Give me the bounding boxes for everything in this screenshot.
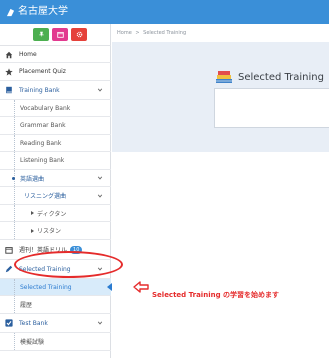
gear-icon bbox=[76, 31, 82, 38]
sidebar-item-label: Placement Quiz bbox=[19, 68, 66, 75]
tree-line bbox=[14, 205, 15, 221]
book-icon bbox=[5, 86, 13, 94]
sidebar-item-label: Home bbox=[19, 51, 37, 58]
highlight-oval bbox=[14, 251, 123, 278]
tree-line bbox=[14, 333, 15, 350]
sidebar-item-label: Test Bank bbox=[19, 319, 48, 327]
sidebar-action-bar bbox=[0, 24, 111, 46]
active-pointer-icon bbox=[107, 283, 112, 291]
content-panel bbox=[214, 88, 329, 128]
sidebar-item-label: Vocabulary Bank bbox=[20, 104, 71, 112]
breadcrumb-current: Selected Training bbox=[143, 30, 187, 36]
tree-line bbox=[14, 279, 15, 295]
tree-line bbox=[14, 222, 15, 239]
sidebar-item-label: ディクタン bbox=[37, 210, 67, 218]
caret-right-icon bbox=[31, 229, 34, 233]
chevron-down-icon bbox=[97, 321, 103, 325]
calendar-icon bbox=[5, 246, 13, 254]
calendar-icon bbox=[56, 31, 64, 38]
annotation-text: Selected Training の学習を始めます bbox=[152, 291, 280, 299]
sidebar: Home Placement Quiz Training Bank Vocabu… bbox=[0, 24, 112, 358]
sidebar-item-label: 英語選曲 bbox=[20, 175, 45, 183]
sidebar-item-english-selection[interactable]: 英語選曲 bbox=[0, 170, 111, 187]
chevron-down-icon bbox=[97, 194, 103, 198]
tree-line bbox=[14, 117, 15, 134]
logo-text: 名古屋大学 bbox=[18, 6, 68, 17]
sidebar-item-reading-bank[interactable]: Reading Bank bbox=[0, 135, 111, 152]
pin-icon bbox=[38, 31, 44, 38]
breadcrumb: Home > Selected Training bbox=[117, 30, 186, 36]
chevron-down-icon bbox=[97, 88, 103, 92]
star-icon bbox=[5, 67, 13, 76]
sidebar-item-grammar-bank[interactable]: Grammar Bank bbox=[0, 117, 111, 135]
sidebar-item-dictan[interactable]: ディクタン bbox=[0, 205, 111, 222]
pencil-icon bbox=[5, 265, 13, 273]
sidebar-item-label: Reading Bank bbox=[20, 139, 62, 147]
sidebar-item-label: Selected Training bbox=[20, 283, 72, 291]
logo[interactable]: 名古屋大学 bbox=[6, 5, 68, 19]
sidebar-item-vocabulary-bank[interactable]: Vocabulary Bank bbox=[0, 100, 111, 117]
arrow-left-icon bbox=[133, 281, 149, 293]
settings-button[interactable] bbox=[71, 28, 87, 41]
home-icon bbox=[5, 51, 13, 59]
sidebar-item-listening-bank[interactable]: Listening Bank bbox=[0, 152, 111, 170]
sidebar-item-label: 履歴 bbox=[20, 302, 33, 309]
caret-right-icon bbox=[31, 211, 34, 215]
sidebar-item-history[interactable]: 履歴 bbox=[0, 296, 111, 314]
sidebar-item-test-bank[interactable]: Test Bank bbox=[0, 314, 111, 333]
calendar-button[interactable] bbox=[52, 28, 68, 41]
sidebar-item-listan[interactable]: リスタン bbox=[0, 222, 111, 240]
breadcrumb-separator: > bbox=[135, 30, 140, 36]
sidebar-item-mock-exam[interactable]: 模擬試験 bbox=[0, 333, 111, 351]
tree-line bbox=[14, 135, 15, 151]
breadcrumb-home-link[interactable]: Home bbox=[117, 30, 132, 36]
books-icon bbox=[216, 71, 232, 83]
tree-line bbox=[14, 100, 15, 116]
page-title: Selected Training bbox=[238, 71, 324, 83]
sidebar-item-placement-quiz[interactable]: Placement Quiz bbox=[0, 63, 111, 81]
chevron-down-icon bbox=[97, 176, 103, 180]
sidebar-item-training-bank[interactable]: Training Bank bbox=[0, 81, 111, 100]
top-bar: 名古屋大学 bbox=[0, 0, 329, 24]
sidebar-item-label: Training Bank bbox=[19, 86, 60, 94]
sidebar-item-selected-training-start[interactable]: Selected Training bbox=[0, 279, 112, 296]
sidebar-item-home[interactable]: Home bbox=[0, 47, 111, 63]
sidebar-item-label: Listening Bank bbox=[20, 157, 65, 164]
check-icon bbox=[5, 319, 13, 327]
sidebar-item-label: リスニング選曲 bbox=[24, 193, 67, 200]
logo-icon bbox=[6, 8, 15, 16]
tree-line bbox=[14, 296, 15, 313]
page-heading: Selected Training bbox=[214, 70, 324, 84]
sidebar-item-label: 模擬試験 bbox=[20, 339, 45, 346]
tree-line bbox=[14, 187, 15, 204]
sidebar-item-label: リスタン bbox=[37, 228, 62, 235]
sidebar-item-listening-selection[interactable]: リスニング選曲 bbox=[0, 187, 111, 205]
sidebar-item-label: Grammar Bank bbox=[20, 122, 66, 129]
tree-line bbox=[14, 152, 15, 169]
pin-button[interactable] bbox=[33, 28, 49, 41]
bullet-icon bbox=[12, 177, 15, 180]
